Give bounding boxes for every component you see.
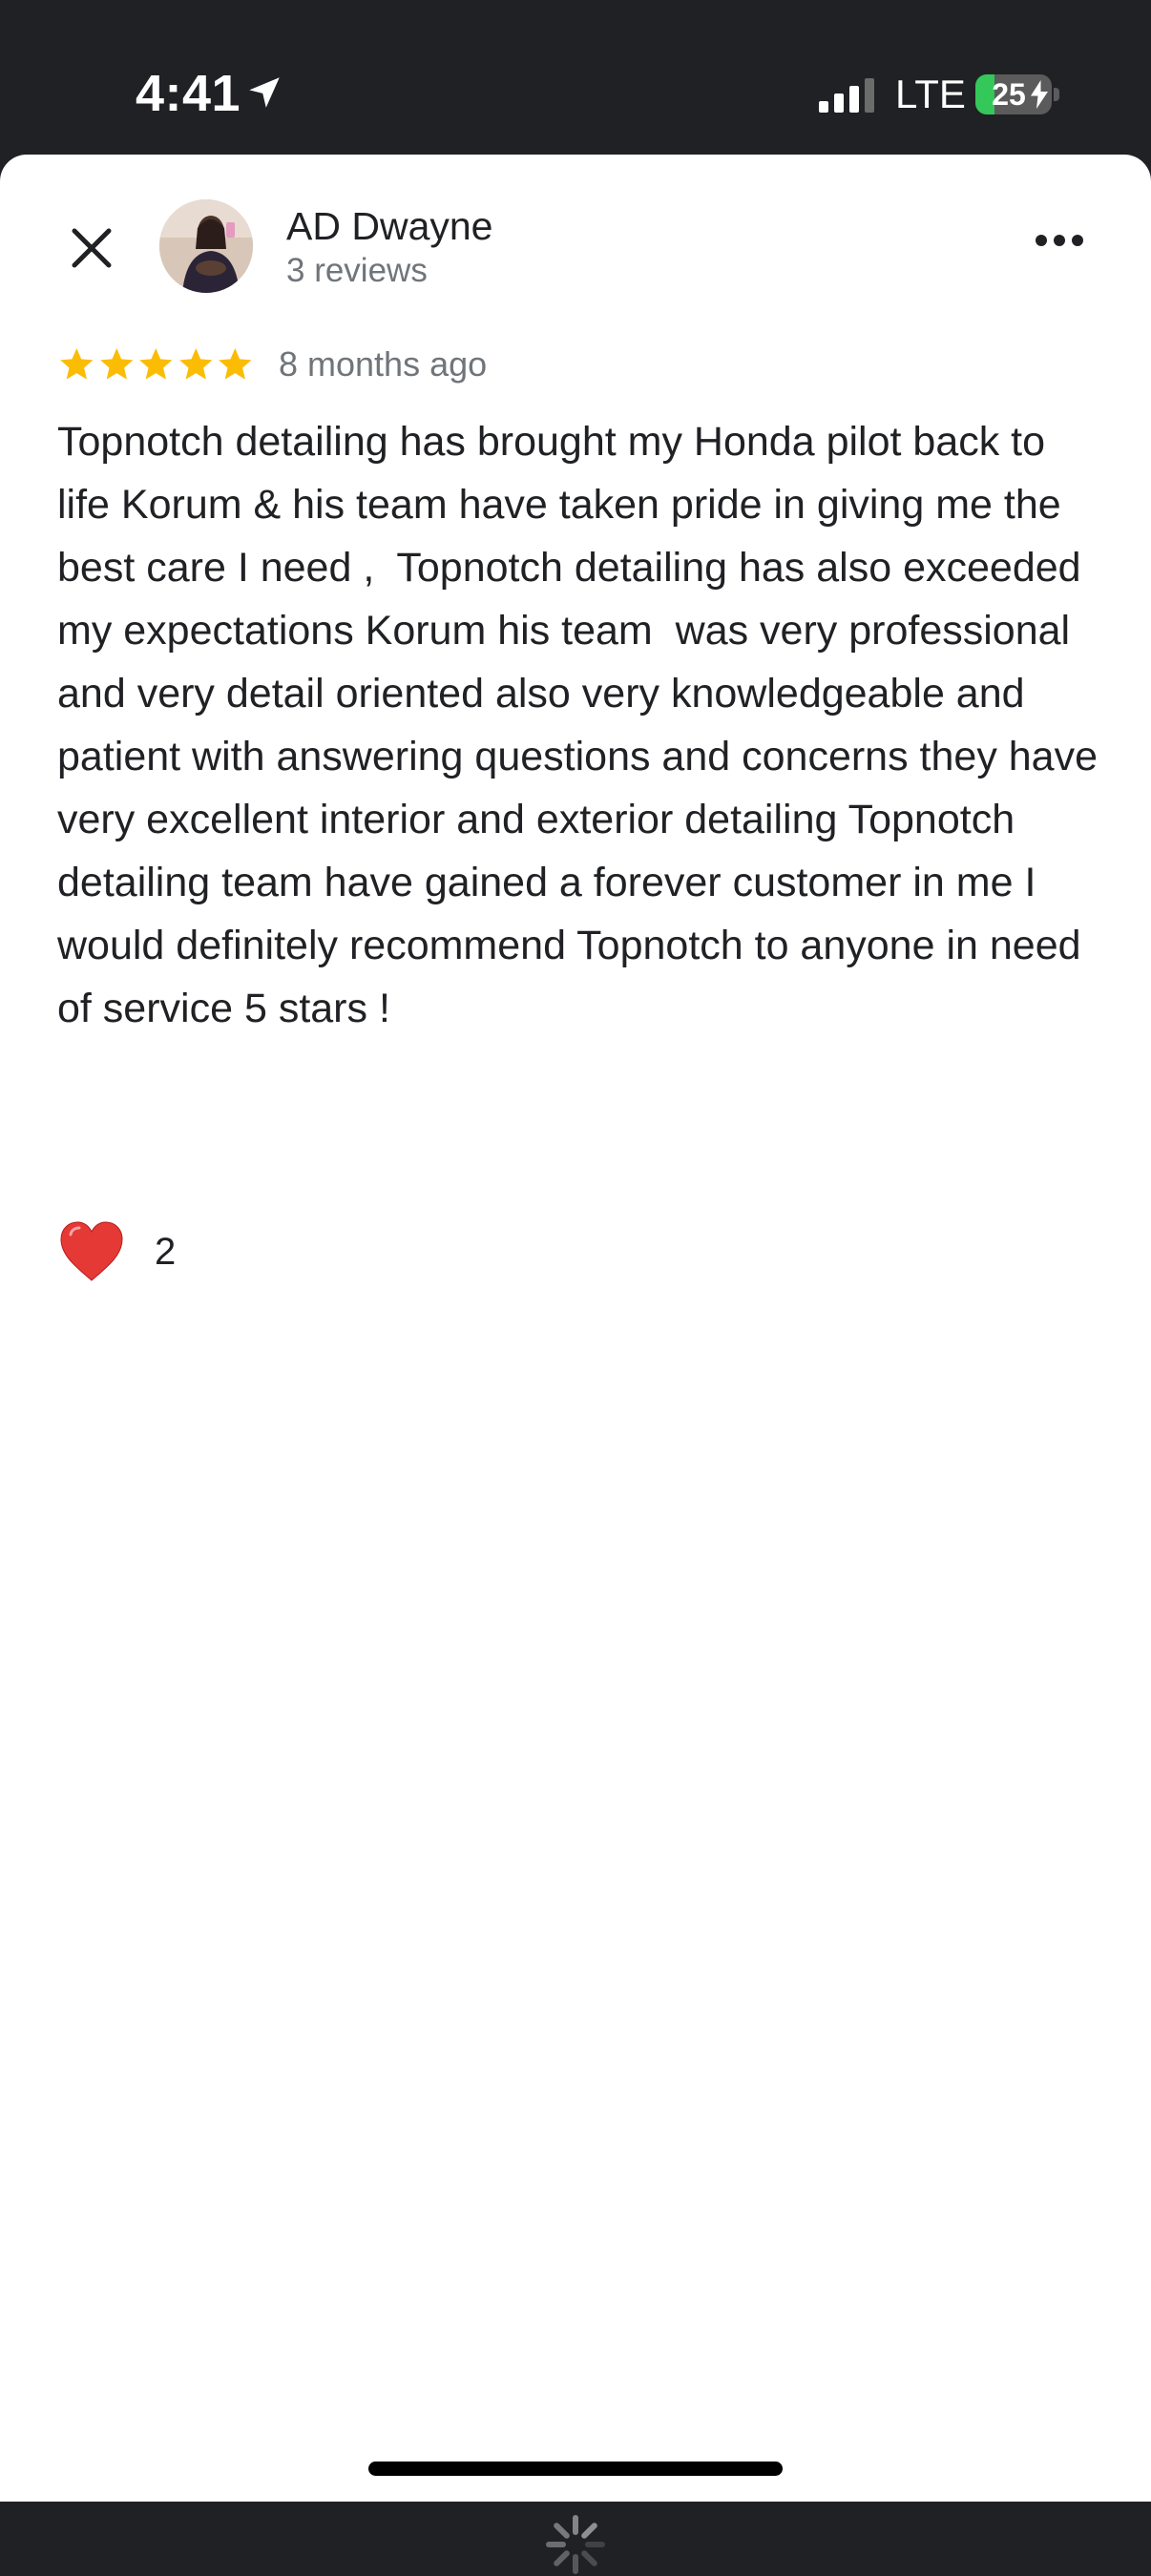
network-label: LTE [895,72,966,116]
review-sheet: AD Dwayne 3 reviews 8 months ago Topnotc… [0,155,1151,2574]
star-rating [57,345,256,384]
like-count: 2 [155,1231,177,1273]
star-icon [178,348,213,380]
more-options-button[interactable] [1021,202,1098,279]
avatar[interactable] [159,199,253,293]
more-horizontal-icon [1036,235,1083,246]
star-icon [60,348,94,380]
spinner-spoke [554,2523,570,2539]
spinner-icon [546,2515,605,2574]
home-indicator[interactable] [368,2462,783,2476]
heart-icon [60,1221,123,1281]
star-icon [99,348,134,380]
reviewer-review-count: 3 reviews [286,252,428,289]
battery-cap [1054,88,1059,101]
spinner-spoke [554,2550,570,2566]
spinner-spoke [581,2523,597,2539]
status-bar: 4:41 LTE 25 [0,0,1151,155]
review-text: Topnotch detailing has brought my Honda … [57,419,1109,1031]
close-icon [72,228,112,268]
reviewer-name[interactable]: AD Dwayne [286,202,492,250]
location-arrow-icon [249,77,280,108]
like-button[interactable]: 2 [57,1214,176,1290]
reviewer-photo [159,199,253,293]
review-date: 8 months ago [279,344,488,384]
signal-bars-icon [819,78,874,113]
battery-icon: 25 [975,74,1052,114]
spinner-spoke [581,2550,597,2566]
close-button[interactable] [55,212,128,284]
status-time: 4:41 [136,65,241,122]
star-icon [219,348,252,380]
star-icon [139,348,173,380]
charging-bolt-icon [1031,80,1048,109]
rating-row: 8 months ago [57,336,487,393]
